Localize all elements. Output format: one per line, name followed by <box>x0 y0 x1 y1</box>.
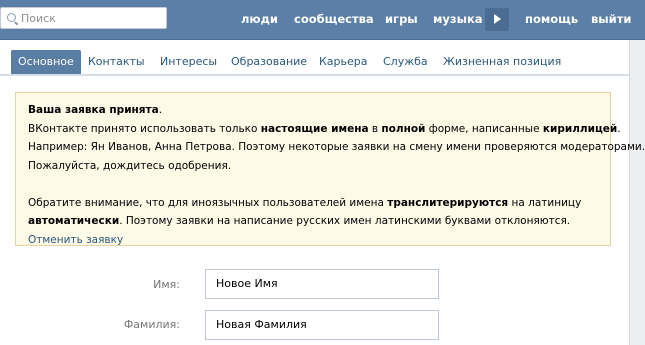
tab-contacts[interactable]: Контакты <box>88 50 145 74</box>
notice-text: . Поэтому заявки на написание русских им… <box>119 215 571 227</box>
notice-line-3: Пожалуйста, дождитесь одобрения. <box>28 159 232 172</box>
notice-line-5: автоматически. Поэтому заявки на написан… <box>28 212 598 231</box>
nav-games-link[interactable]: игры <box>385 0 418 39</box>
notice-line-2: Например: Ян Иванов, Анна Петрова. Поэто… <box>28 141 645 153</box>
main-panel: Основное Контакты Интересы Образование К… <box>0 40 645 345</box>
notice-spacer <box>28 175 598 194</box>
search-box[interactable] <box>0 7 167 29</box>
notice-text: на латиницу <box>508 196 582 209</box>
tab-life-position[interactable]: Жизненная позиция <box>443 50 561 74</box>
notice-line-4: Обратите внимание, что для иноязычных по… <box>28 194 598 213</box>
last-name-label: Фамилия: <box>123 318 180 331</box>
tab-service[interactable]: Служба <box>383 50 428 74</box>
tab-career[interactable]: Карьера <box>319 50 368 74</box>
notice-text: ВКонтакте принято использовать только <box>28 122 261 135</box>
notice-text: в <box>368 122 382 135</box>
name-change-notice: Ваша заявка принята. ВКонтакте принято и… <box>15 92 645 246</box>
tab-education[interactable]: Образование <box>231 50 307 74</box>
nav-music-link[interactable]: музыка <box>433 0 483 39</box>
first-name-input[interactable]: Новое Имя <box>205 269 439 299</box>
first-name-label: Имя: <box>153 278 180 291</box>
notice-bold: кириллицей <box>542 122 618 135</box>
notice-title: Ваша заявка принята <box>28 104 159 116</box>
music-play-button[interactable] <box>485 8 509 31</box>
notice-bold: полной <box>381 122 426 135</box>
play-icon <box>494 14 501 24</box>
notice-bold: автоматически <box>28 215 120 227</box>
nav-logout-link[interactable]: выйти <box>591 0 631 39</box>
nav-communities-link[interactable]: сообщества <box>294 0 374 39</box>
notice-bold: настоящие имена <box>260 122 369 135</box>
notice-text: Обратите внимание, что для иноязычных по… <box>28 196 388 209</box>
tab-interests[interactable]: Интересы <box>160 50 217 74</box>
search-icon <box>7 13 16 22</box>
cancel-request-link[interactable]: Отменить заявку <box>28 234 123 246</box>
search-input[interactable] <box>21 10 161 26</box>
notice-title-line: Ваша заявка принята. <box>28 104 163 116</box>
top-bar: люди сообщества игры музыка помощь выйти <box>0 0 645 40</box>
notice-bold: транслитерируются <box>387 196 509 209</box>
last-name-input[interactable]: Новая Фамилия <box>205 310 439 340</box>
nav-help-link[interactable]: помощь <box>525 0 578 39</box>
nav-people-link[interactable]: люди <box>241 0 278 39</box>
notice-line-1: ВКонтакте принято использовать только на… <box>28 122 621 135</box>
notice-text: форме, написанные <box>425 122 543 135</box>
tab-basic[interactable]: Основное <box>11 50 81 74</box>
tab-bar: Основное Контакты Интересы Образование К… <box>0 50 629 76</box>
